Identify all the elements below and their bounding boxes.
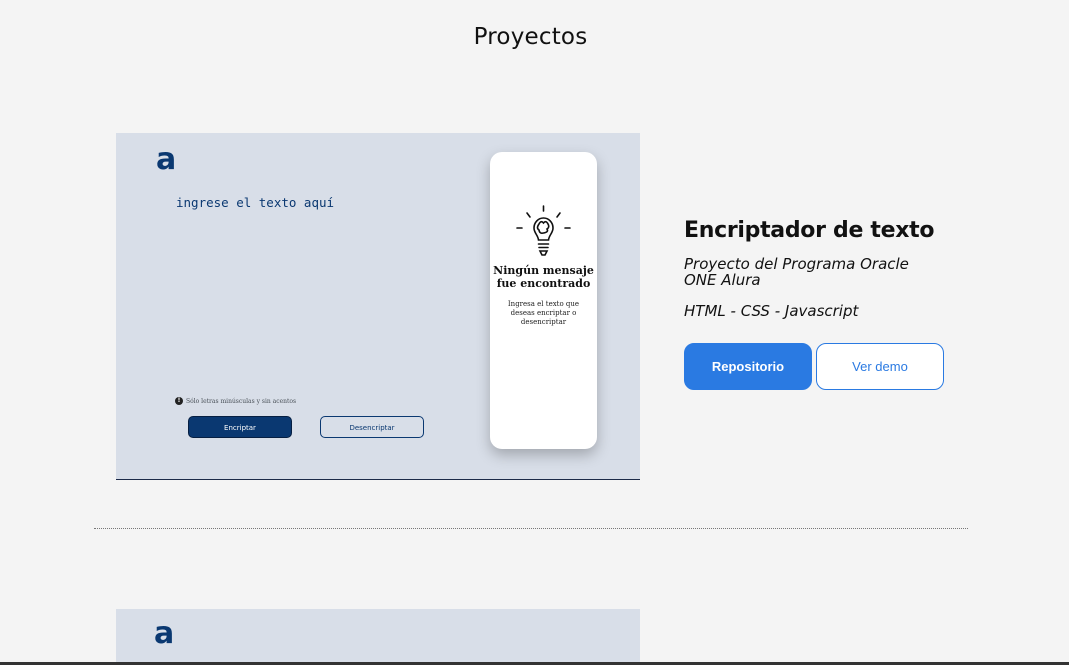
project-info: Encriptador de texto Proyecto del Progra… [684, 218, 984, 390]
project-preview-image: a ingrese el texto aquí ! Sólo letras mi… [116, 133, 640, 480]
project-actions: Repositorio Ver demo [684, 343, 944, 390]
preview-result-subtitle: Ingresa el texto que deseas encriptar o … [507, 300, 580, 326]
exclamation-icon: ! [175, 397, 183, 405]
view-demo-button[interactable]: Ver demo [816, 343, 944, 390]
preview-decrypt-button: Desencriptar [320, 416, 424, 438]
preview-encrypt-button: Encriptar [188, 416, 292, 438]
alura-logo: a [154, 616, 175, 651]
preview-textarea-placeholder: ingrese el texto aquí [176, 195, 335, 210]
project-preview-image: a [116, 609, 640, 665]
project-description: Proyecto del Programa Oracle ONE Alura [684, 255, 909, 289]
project-tech-stack: HTML - CSS - Javascript [684, 302, 859, 320]
section-divider [94, 528, 968, 529]
preview-result-title: Ningún mensaje fue encontrado [493, 264, 594, 290]
lightbulb-icon [516, 205, 571, 256]
preview-result-card: Ningún mensaje fue encontrado Ingresa el… [490, 152, 597, 449]
alura-logo: a [156, 142, 177, 177]
preview-warning-text: Sólo letras minúsculas y sin acentos [186, 397, 297, 405]
preview-warning-note: ! Sólo letras minúsculas y sin acentos [175, 397, 296, 405]
section-title: Proyectos [473, 24, 588, 50]
repository-button[interactable]: Repositorio [684, 343, 812, 390]
project-name: Encriptador de texto [684, 218, 935, 243]
projects-page: Proyectos a ingrese el texto aquí ! Sólo… [0, 0, 1069, 665]
